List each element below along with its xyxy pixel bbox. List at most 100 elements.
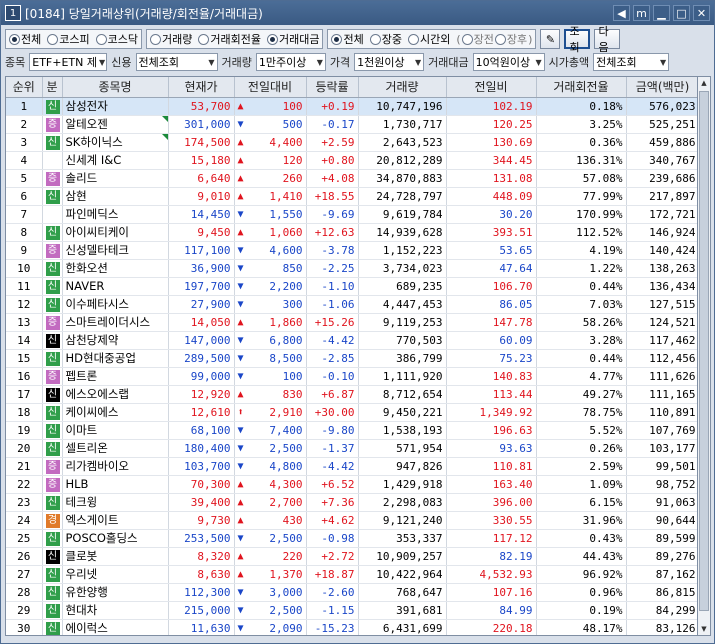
column-header[interactable]: 거래량 <box>358 77 447 98</box>
amount-select[interactable]: 10억원이상 ▼ <box>472 53 545 71</box>
table-row[interactable]: 8 신 아이씨티케이 9,450 ▲ 1,060 +12.63 14,939,628 393.5… <box>6 223 697 242</box>
table-row[interactable]: 19 신 이마트 68,100 ▼ 7,400 -9.80 1,538,193 196.63 5.… <box>6 421 697 440</box>
close-button[interactable]: ✕ <box>693 5 710 21</box>
rank-cell: 28 <box>6 583 43 602</box>
table-row[interactable]: 30 신 에이럭스 11,630 ▼ 2,090 -15.23 6,431,699 220.18… <box>6 619 697 635</box>
maximize-button[interactable]: □ <box>673 5 690 21</box>
rank-radio-0[interactable]: 거래량 <box>150 31 192 47</box>
column-header[interactable]: 금액(백만) <box>626 77 697 98</box>
price-cell: 9,450 <box>168 223 235 242</box>
stock-name: 신세계 I&C <box>65 153 122 167</box>
market-badge: 신 <box>45 441 60 456</box>
column-header[interactable]: 순위 <box>6 77 43 98</box>
price-select[interactable]: 1천원이상 ▼ <box>354 53 425 71</box>
scroll-down-icon[interactable]: ▼ <box>698 623 710 635</box>
rate-cell: -1.06 <box>306 295 359 314</box>
table-row[interactable]: 25 신 POSCO홀딩스 253,500 ▼ 2,500 -0.98 353,337 117.… <box>6 529 697 548</box>
table-row[interactable]: 27 신 우리넷 8,630 ▲ 1,370 +18.87 10,422,964 4,532.9… <box>6 565 697 584</box>
query-button[interactable]: 조회 <box>564 25 591 54</box>
column-header[interactable]: 종목명 <box>62 77 169 98</box>
column-header[interactable]: 분 <box>42 77 63 98</box>
table-row[interactable]: 3 신 SK하이닉스 174,500 ▲ 4,400 +2.59 2,643,523 130.6… <box>6 133 697 152</box>
table-row[interactable]: 10 신 한화오션 36,900 ▼ 850 -2.25 3,734,023 47.64 1.22… <box>6 259 697 278</box>
table-row[interactable]: 22 증 HLB 70,300 ▲ 4,300 +6.52 1,429,918 163.40 1.… <box>6 475 697 494</box>
pin-button[interactable]: m <box>633 5 650 21</box>
market-radio-1[interactable]: 코스피 <box>47 31 90 47</box>
stock-name-cell: 삼성전자 <box>62 97 169 116</box>
badge-cell: 신 <box>42 385 63 404</box>
rank-radio-2[interactable]: 거래대금 <box>266 31 319 47</box>
rate-cell: +0.80 <box>306 151 359 170</box>
minimize-button[interactable]: ▁ <box>653 5 670 21</box>
table-row[interactable]: 24 경 엑스게이트 9,730 ▲ 430 +4.62 9,121,240 330.55 31.… <box>6 511 697 530</box>
scroll-thumb[interactable] <box>699 91 709 611</box>
stock-select[interactable]: ETF+ETN 제 ▼ <box>29 53 108 71</box>
table-row[interactable]: 29 신 현대차 215,000 ▼ 2,500 -1.15 391,681 84.99 0.19… <box>6 601 697 620</box>
rank-cell: 24 <box>6 511 43 530</box>
table-row[interactable]: 15 신 HD현대중공업 289,500 ▼ 8,500 -2.85 386,799 75.23… <box>6 349 697 368</box>
vertical-scrollbar[interactable]: ▲ ▼ <box>698 76 711 636</box>
next-button[interactable]: 다음 <box>594 25 621 54</box>
table-row[interactable]: 26 신 클로봇 8,320 ▲ 220 +2.72 10,909,257 82.19 44.43… <box>6 547 697 566</box>
column-header[interactable]: 현재가 <box>168 77 235 98</box>
table-row[interactable]: 20 신 셀트리온 180,400 ▼ 2,500 -1.37 571,954 93.63 0.2… <box>6 439 697 458</box>
table-row[interactable]: 5 증 솔리드 6,640 ▲ 260 +4.08 34,870,883 131.08 57.08… <box>6 169 697 188</box>
session-radio-2[interactable]: 시간외 <box>407 31 450 47</box>
change-value: 2,700 <box>269 495 303 509</box>
rank-radio-1[interactable]: 거래회전율 <box>198 31 261 47</box>
table-row[interactable]: 9 증 신성델타테크 117,100 ▼ 4,600 -3.78 1,152,223 53.65… <box>6 241 697 260</box>
market-radio-0[interactable]: 전체 <box>9 31 41 47</box>
turnover-cell: 136.31% <box>536 151 627 170</box>
column-header[interactable]: 거래회전율 <box>536 77 627 98</box>
prev-ratio-cell: 130.69 <box>446 133 537 152</box>
table-row[interactable]: 1 신 삼성전자 53,700 ▲ 100 +0.19 10,747,196 102.19 0.1… <box>6 97 697 116</box>
table-row[interactable]: 12 신 이수페타시스 27,900 ▼ 300 -1.06 4,447,453 86.05 7.… <box>6 295 697 314</box>
table-row[interactable]: 7 파인메딕스 14,450 ▼ 1,550 -9.69 9,619,784 30.20 170… <box>6 205 697 224</box>
table-row[interactable]: 23 신 테크윙 39,400 ▲ 2,700 +7.36 2,298,083 396.00 6.… <box>6 493 697 512</box>
table-row[interactable]: 18 신 케이씨에스 12,610 ⬆ 2,910 +30.00 9,450,221 1,349… <box>6 403 697 422</box>
table-row[interactable]: 13 증 스마트레이더시스 14,050 ▲ 1,860 +15.26 9,119,253 14… <box>6 313 697 332</box>
column-header[interactable]: 전일비 <box>446 77 537 98</box>
change-value: 2,910 <box>269 405 303 419</box>
table-row[interactable]: 2 증 알테오젠 301,000 ▼ 500 -0.17 1,730,717 120.25 3.2… <box>6 115 697 134</box>
change-cell: ▼ 7,400 <box>234 421 307 440</box>
arrow-down-icon: ▼ <box>237 334 244 346</box>
turnover-cell: 112.52% <box>536 223 627 242</box>
change-cell: ▲ 100 <box>234 97 307 116</box>
volume-cell: 10,747,196 <box>358 97 447 116</box>
column-header[interactable]: 등락률 <box>306 77 359 98</box>
scroll-up-icon[interactable]: ▲ <box>698 77 710 89</box>
prev-ratio-cell: 147.78 <box>446 313 537 332</box>
market-badge: 신 <box>45 567 60 582</box>
amount-cell: 239,686 <box>626 169 697 188</box>
table-row[interactable]: 21 증 리가켐바이오 103,700 ▼ 4,800 -4.42 947,826 110.81… <box>6 457 697 476</box>
volume-cell: 353,337 <box>358 529 447 548</box>
session-radio-0[interactable]: 전체 <box>331 31 364 47</box>
table-row[interactable]: 14 신 삼천당제약 147,000 ▼ 6,800 -4.42 770,503 60.09 3.… <box>6 331 697 350</box>
settings-button[interactable]: ✎ <box>540 29 561 49</box>
credit-select[interactable]: 전체조회 ▼ <box>135 53 218 71</box>
change-value: 3,000 <box>269 585 303 599</box>
stock-name: 펩트론 <box>65 369 98 383</box>
market-badge: 신 <box>45 585 60 600</box>
table-row[interactable]: 4 신세계 I&C 15,180 ▲ 120 +0.80 20,812,289 344.45 1… <box>6 151 697 170</box>
table-row[interactable]: 28 신 유한양행 112,300 ▼ 3,000 -2.60 768,647 107.16 0.… <box>6 583 697 602</box>
price-cell: 112,300 <box>168 583 235 602</box>
table-row[interactable]: 11 신 NAVER 197,700 ▼ 2,200 -1.10 689,235 106.70 0… <box>6 277 697 296</box>
change-wrap: ▼ 850 <box>238 262 303 275</box>
volume-select[interactable]: 1만주이상 ▼ <box>255 53 326 71</box>
stock-name: HLB <box>65 477 89 491</box>
badge-cell: 증 <box>42 367 63 386</box>
table-row[interactable]: 6 신 삼현 9,010 ▲ 1,410 +18.55 24,728,797 448.09 77.… <box>6 187 697 206</box>
cap-select[interactable]: 전체조회 ▼ <box>593 53 670 71</box>
table-row[interactable]: 16 증 펩트론 99,000 ▼ 100 -0.10 1,111,920 140.83 4.77… <box>6 367 697 386</box>
session-radio-1[interactable]: 장중 <box>369 31 402 47</box>
link-prev-icon[interactable]: ◀ <box>613 5 630 21</box>
market-radio-2[interactable]: 코스닥 <box>95 31 138 47</box>
stock-name-cell: 리가켐바이오 <box>62 457 169 476</box>
price-cell: 53,700 <box>168 97 235 116</box>
rate-cell: -4.42 <box>306 457 359 476</box>
table-row[interactable]: 17 신 에스오에스랩 12,920 ▲ 830 +6.87 8,712,654 113.44 4… <box>6 385 697 404</box>
column-header[interactable]: 전일대비 <box>234 77 307 98</box>
change-wrap: ▲ 830 <box>238 388 303 401</box>
